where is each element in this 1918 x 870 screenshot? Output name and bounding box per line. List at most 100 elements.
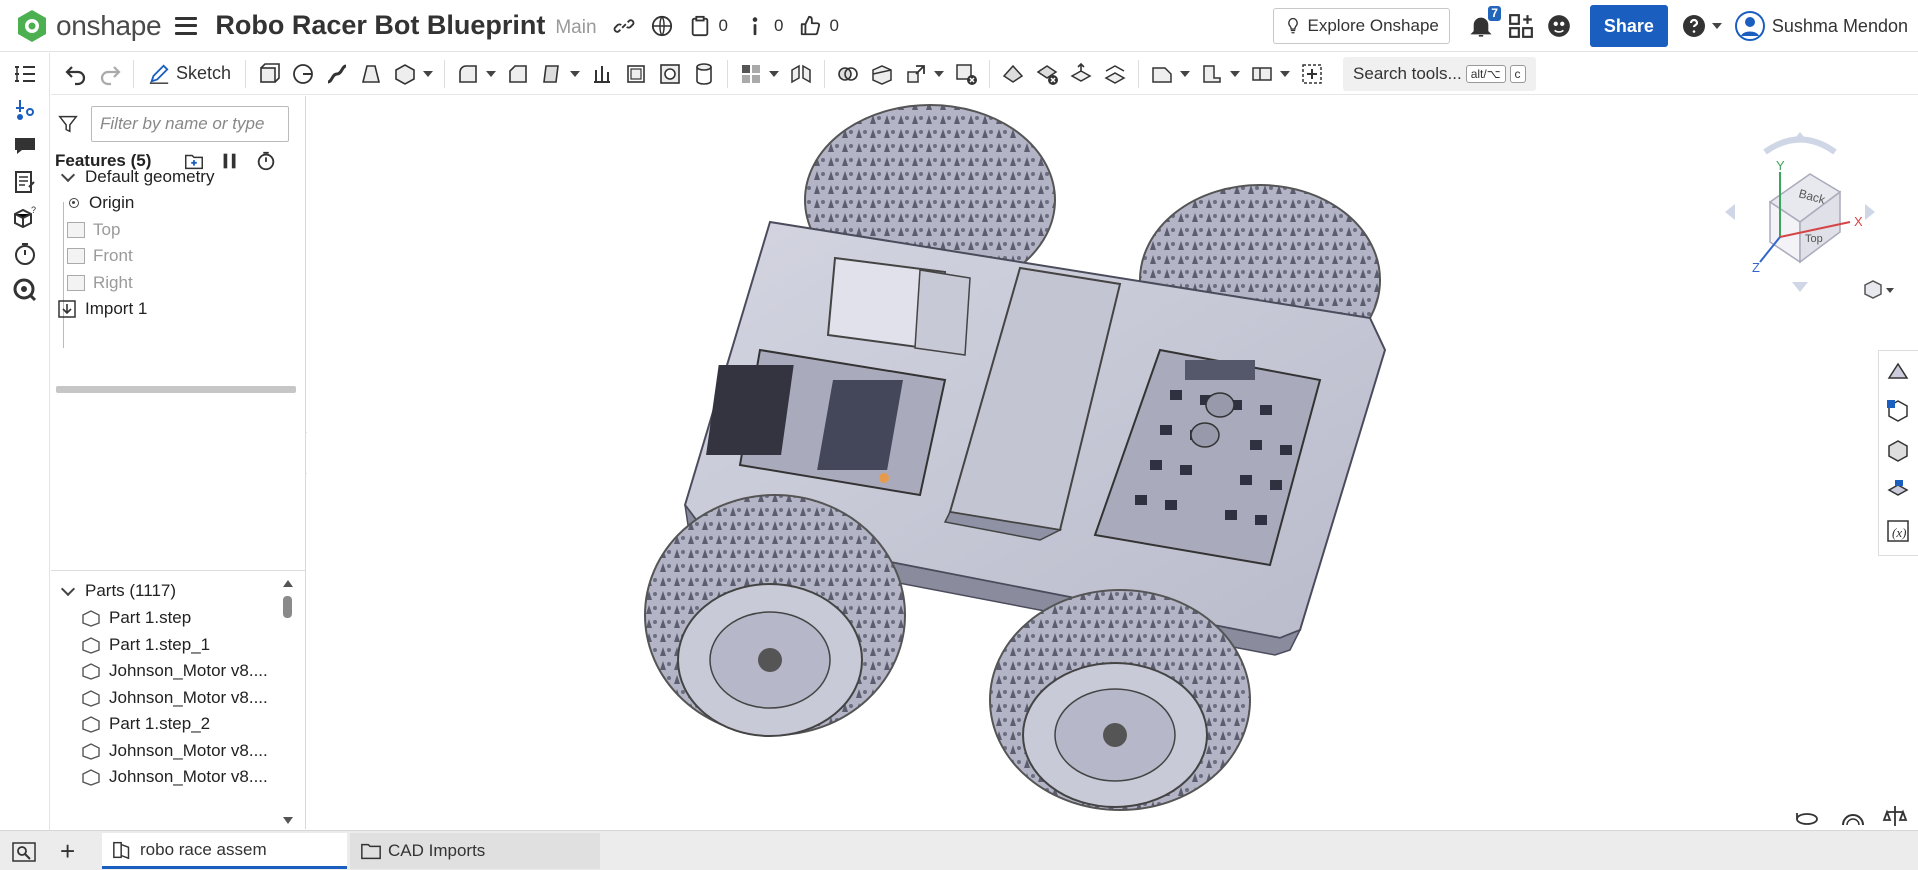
modify-fillet-button[interactable] (996, 57, 1030, 91)
tree-plane-front[interactable]: Front (67, 243, 133, 269)
tree-plane-top[interactable]: Top (67, 217, 120, 243)
thicken-button[interactable] (388, 57, 422, 91)
rotate-down-icon[interactable] (1792, 282, 1808, 292)
plane-button[interactable] (1145, 57, 1179, 91)
revolve-button[interactable] (286, 57, 320, 91)
robot-car-model[interactable] (307, 96, 1918, 829)
chamfer-button[interactable] (501, 57, 535, 91)
part-item[interactable]: Part 1.step_2 (51, 711, 210, 737)
pause-icon[interactable] (219, 150, 241, 172)
mate-connector-button[interactable] (12, 97, 38, 123)
branch-name[interactable]: Main (555, 17, 596, 39)
scroll-up-icon[interactable] (283, 580, 293, 587)
sheet-metal-dropdown[interactable] (1229, 57, 1241, 91)
mirror-button[interactable] (784, 57, 818, 91)
transform-dropdown[interactable] (933, 57, 945, 91)
parts-header[interactable]: Parts (1117) (51, 578, 176, 604)
replace-face-button[interactable] (1098, 57, 1132, 91)
shell-button[interactable] (619, 57, 653, 91)
tree-plane-right[interactable]: Right (67, 270, 133, 296)
versions-button[interactable]: 0 (689, 15, 728, 37)
part-item[interactable]: Johnson_Motor v8.... (51, 658, 268, 684)
scroll-thumb[interactable] (283, 596, 292, 618)
notifications-button[interactable]: 7 (1468, 6, 1501, 39)
pattern-dropdown[interactable] (768, 57, 780, 91)
tree-origin[interactable]: Origin (69, 190, 134, 216)
parts-scrollbar[interactable] (281, 576, 295, 826)
section-view-icon[interactable] (1794, 803, 1820, 829)
comments-button[interactable] (12, 133, 38, 159)
configurations-button[interactable]: ? (12, 205, 38, 231)
part-item[interactable]: Johnson_Motor v8.... (51, 764, 268, 790)
undo-button[interactable] (59, 57, 93, 91)
history-button[interactable] (12, 241, 38, 267)
search-tools-button[interactable]: Search tools... alt/⌥ c (1343, 56, 1536, 91)
delete-part-button[interactable] (949, 57, 983, 91)
add-custom-feature-button[interactable] (1295, 57, 1329, 91)
redo-button[interactable] (93, 57, 127, 91)
loft-button[interactable] (354, 57, 388, 91)
onshape-logo[interactable]: onshape (14, 8, 162, 44)
transform-button[interactable] (899, 57, 933, 91)
help-menu[interactable] (1682, 14, 1722, 38)
graphics-viewport[interactable]: Back Top Y X Z (307, 96, 1918, 829)
mass-properties-icon[interactable] (1882, 803, 1908, 829)
app-store-icon[interactable] (1508, 13, 1534, 39)
cylinder-button[interactable] (687, 57, 721, 91)
filter-input[interactable] (91, 106, 289, 142)
hole-button[interactable] (653, 57, 687, 91)
measure-arc-icon[interactable] (1840, 803, 1866, 829)
surface-button[interactable] (1245, 57, 1279, 91)
part-item[interactable]: Johnson_Motor v8.... (51, 685, 268, 711)
tree-default-geometry[interactable]: Default geometry (51, 164, 214, 190)
render-mode-button[interactable] (1879, 351, 1917, 391)
extrude-button[interactable] (252, 57, 286, 91)
horizontal-scrollbar[interactable] (56, 386, 296, 393)
view-options-button[interactable] (1862, 280, 1896, 300)
search-panel-icon[interactable] (12, 840, 36, 864)
explore-onshape-button[interactable]: Explore Onshape (1272, 8, 1450, 44)
fillet-dropdown[interactable] (485, 57, 497, 91)
appearances-button[interactable] (1879, 431, 1917, 471)
public-button[interactable] (651, 15, 673, 37)
part-item[interactable]: Johnson_Motor v8.... (51, 738, 268, 764)
panel-divider[interactable] (51, 570, 305, 571)
thicken-dropdown[interactable] (422, 57, 434, 91)
plane-dropdown[interactable] (1179, 57, 1191, 91)
part-item[interactable]: Part 1.step_1 (51, 632, 210, 658)
link-button[interactable] (613, 15, 635, 37)
tab-robo-race-assem[interactable]: robo race assem (102, 833, 347, 869)
variables-table-button[interactable]: (x) (1879, 511, 1917, 551)
delete-face-button[interactable] (1030, 57, 1064, 91)
move-face-button[interactable] (1064, 57, 1098, 91)
named-views-button[interactable] (1879, 471, 1917, 511)
sheet-metal-button[interactable] (1195, 57, 1229, 91)
sweep-button[interactable] (320, 57, 354, 91)
like-button[interactable]: 0 (799, 15, 839, 37)
pattern-button[interactable] (734, 57, 768, 91)
surface-dropdown[interactable] (1279, 57, 1291, 91)
parts-view-button[interactable] (1879, 391, 1917, 431)
user-menu[interactable]: Sushma Mendon (1734, 10, 1908, 42)
timer-icon[interactable] (255, 150, 277, 172)
rotate-right-icon[interactable] (1865, 204, 1875, 220)
draft-button[interactable] (535, 57, 569, 91)
tab-cad-imports[interactable]: CAD Imports (350, 833, 600, 869)
scroll-down-icon[interactable] (283, 817, 293, 824)
sketch-button[interactable]: Sketch (140, 57, 239, 91)
fillet-button[interactable] (451, 57, 485, 91)
filter-icon[interactable] (57, 113, 79, 135)
feature-list-button[interactable] (12, 63, 38, 89)
measure-button[interactable] (12, 277, 38, 303)
info-button[interactable]: 0 (744, 15, 783, 37)
rotate-left-icon[interactable] (1725, 204, 1735, 220)
tree-import[interactable]: Import 1 (57, 296, 147, 322)
variables-button[interactable] (12, 169, 38, 195)
draft-dropdown[interactable] (569, 57, 581, 91)
split-button[interactable] (865, 57, 899, 91)
share-button[interactable]: Share (1589, 5, 1668, 47)
add-tab-button[interactable]: + (60, 838, 75, 864)
boolean-button[interactable] (831, 57, 865, 91)
learning-center-icon[interactable] (1546, 13, 1572, 39)
rib-button[interactable] (585, 57, 619, 91)
